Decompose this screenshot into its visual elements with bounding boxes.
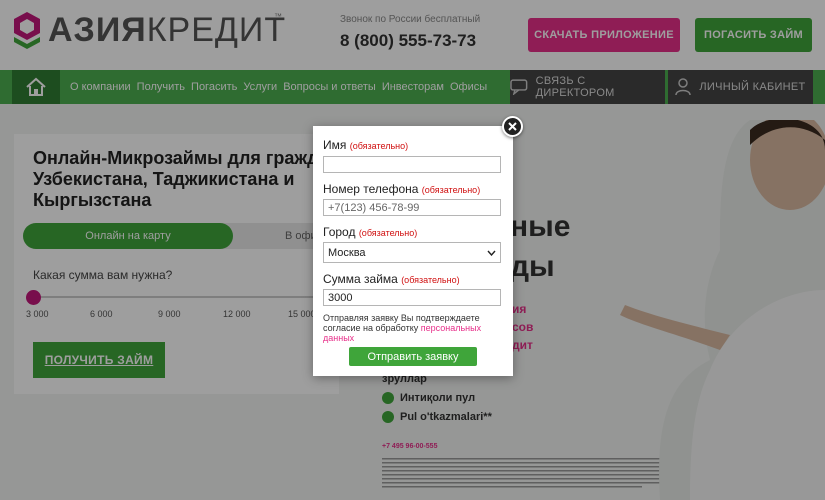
phone-label-text: Номер телефона [323, 182, 419, 196]
phone-field[interactable] [323, 199, 501, 216]
loan-application-modal: Имя (обязательно) Номер телефона (обязат… [313, 126, 513, 376]
name-label: Имя (обязательно) [323, 138, 408, 152]
phone-label: Номер телефона (обязательно) [323, 182, 480, 196]
required-marker: (обязательно) [358, 228, 418, 238]
city-select-value: Москва [328, 246, 366, 259]
chevron-down-icon [487, 250, 496, 256]
city-label: Город (обязательно) [323, 225, 417, 239]
amount-field[interactable] [323, 289, 501, 306]
city-label-text: Город [323, 225, 356, 239]
amount-label-text: Сумма займа [323, 272, 398, 286]
required-marker: (обязательно) [421, 185, 481, 195]
name-label-text: Имя [323, 138, 347, 152]
name-field[interactable] [323, 156, 501, 173]
submit-application-button[interactable]: Отправить заявку [349, 347, 477, 366]
required-marker: (обязательно) [401, 275, 460, 285]
close-icon [508, 122, 517, 131]
amount-label: Сумма займа (обязательно) [323, 272, 460, 286]
modal-close-button[interactable] [502, 116, 523, 137]
consent-text: Отправляя заявку Вы подтверждаете соглас… [323, 313, 505, 343]
city-select[interactable]: Москва [323, 242, 501, 263]
required-marker: (обязательно) [349, 141, 409, 151]
